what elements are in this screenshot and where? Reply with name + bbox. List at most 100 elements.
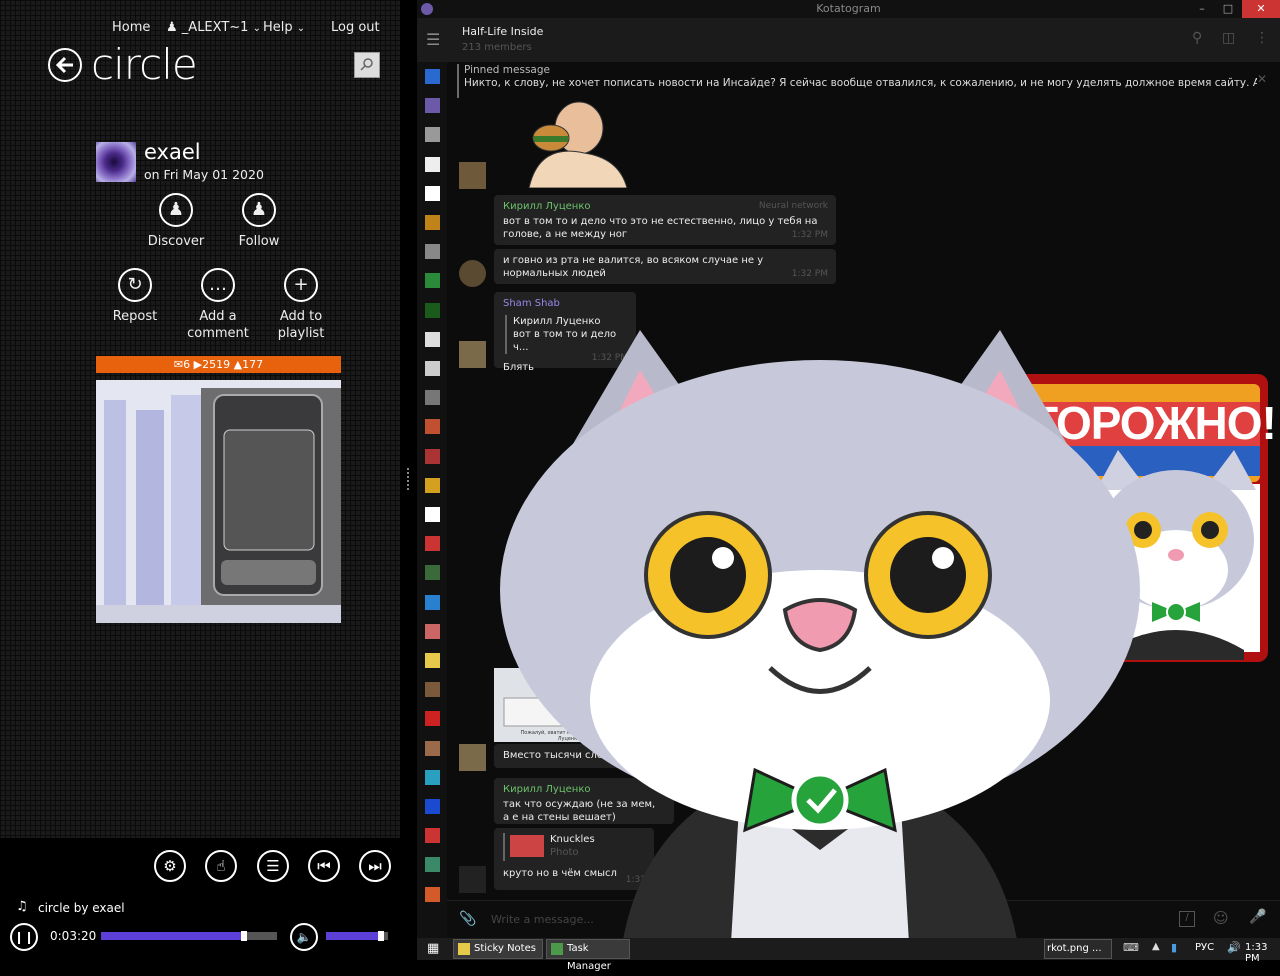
chat-list-avatar[interactable]: [425, 653, 440, 668]
message-bubble[interactable]: Вместо тысячи слов 1:33 PM: [494, 744, 654, 768]
maximize-button[interactable]: □: [1217, 0, 1239, 18]
chat-list-avatar[interactable]: [425, 594, 440, 610]
pause-button[interactable]: ❙❙: [10, 923, 38, 951]
pinned-label: Pinned message: [464, 64, 550, 76]
chat-list-avatar[interactable]: [425, 127, 440, 143]
reply-quote[interactable]: Кирилл Луценко вот в том то и дело ч...: [505, 315, 627, 354]
search-button[interactable]: [354, 52, 380, 78]
taskbar-clock[interactable]: 1:33 PM: [1245, 942, 1280, 964]
chat-list-avatar[interactable]: [425, 507, 440, 522]
post-date: on Fri May 01 2020: [144, 167, 264, 182]
next-button[interactable]: ⏭: [359, 850, 391, 882]
nav-home-link[interactable]: Home: [112, 20, 150, 35]
volume-button[interactable]: 🔈: [290, 923, 318, 951]
attach-icon[interactable]: 📎: [459, 911, 476, 927]
chat-list-avatar[interactable]: [425, 536, 440, 552]
avatar[interactable]: [459, 744, 486, 771]
avatar[interactable]: [459, 162, 486, 189]
back-button[interactable]: [48, 48, 82, 82]
keyboard-icon[interactable]: ⌨: [1123, 941, 1139, 954]
message-author[interactable]: Sham Shab: [503, 297, 627, 310]
progress-track[interactable]: [101, 931, 277, 941]
chat-list-avatar[interactable]: [425, 828, 440, 844]
pinned-message[interactable]: Pinned message Никто, к слову, не хочет …: [457, 64, 1257, 98]
sidebar-toggle-icon[interactable]: ◫: [1222, 30, 1235, 46]
chat-list-avatar[interactable]: [425, 711, 440, 727]
previous-button[interactable]: ⏮: [308, 850, 340, 882]
avatar[interactable]: [96, 142, 136, 182]
chat-list-avatar[interactable]: [425, 156, 440, 172]
message-bubble[interactable]: Knuckles Photo круто но в чём смысл 1:33: [494, 828, 654, 890]
chat-list-avatar[interactable]: [425, 886, 440, 902]
avatar[interactable]: [459, 866, 486, 893]
nav-user-menu[interactable]: ♟ _ALEXT~1 ⌄: [166, 20, 261, 35]
track-cover-image[interactable]: [96, 380, 341, 623]
chat-list-avatar[interactable]: [425, 799, 440, 814]
minimize-button[interactable]: –: [1191, 0, 1213, 18]
follow-button[interactable]: ♟ Follow: [209, 193, 309, 250]
chat-list-avatar[interactable]: [425, 98, 440, 114]
like-button[interactable]: ☝: [205, 850, 237, 882]
close-button[interactable]: ✕: [1242, 0, 1280, 18]
message-bubble[interactable]: Кирилл Луценко Neural network вот в том …: [494, 195, 836, 245]
chat-list-avatar[interactable]: [425, 302, 440, 318]
reply-author: Кирилл Луценко: [513, 316, 601, 327]
taskbar-image-file[interactable]: rkot.png ...: [1044, 939, 1112, 959]
message-input[interactable]: Write a message...: [491, 913, 594, 926]
menu-icon[interactable]: ☰: [426, 30, 440, 49]
volume-handle[interactable]: [377, 931, 384, 941]
post-username[interactable]: exael: [144, 140, 201, 164]
chat-list-avatar[interactable]: [425, 740, 440, 756]
chat-list-avatar[interactable]: [425, 419, 440, 435]
chat-list-avatar[interactable]: [425, 477, 440, 493]
message-bubble[interactable]: и говно из рта не валится, во всяком слу…: [494, 249, 836, 284]
chat-list-avatar[interactable]: [425, 623, 440, 639]
volume-slider[interactable]: [326, 931, 388, 941]
chat-list-avatar[interactable]: [425, 857, 440, 873]
nav-logout-link[interactable]: Log out: [331, 20, 380, 35]
message-bubble[interactable]: Кирилл Луценко так что осуждаю (не за ме…: [494, 778, 674, 824]
chat-list-avatar[interactable]: [425, 565, 440, 581]
commands-icon[interactable]: /: [1179, 911, 1195, 927]
chat-list-avatar[interactable]: [425, 185, 440, 201]
split-divider[interactable]: [400, 0, 417, 960]
chat-list-avatar[interactable]: [425, 69, 440, 84]
avatar[interactable]: [459, 341, 486, 368]
page-title: circle: [91, 40, 198, 89]
chat-list-avatar[interactable]: [425, 390, 440, 406]
chevron-up-icon[interactable]: ▲: [1152, 941, 1160, 952]
language-indicator[interactable]: РУС: [1195, 942, 1214, 953]
chat-list-avatar[interactable]: [425, 331, 440, 347]
close-pinned-icon[interactable]: ✕: [1257, 72, 1267, 86]
nav-help-menu[interactable]: Help ⌄: [263, 20, 305, 35]
photo-attachment[interactable]: Пожалуй, хватит на сегодня Кирилл Луценк…: [494, 668, 644, 742]
reply-quote[interactable]: Knuckles Photo: [503, 833, 645, 861]
reply-thumbnail: [510, 835, 544, 857]
progress-handle[interactable]: [240, 931, 247, 941]
playlist-button[interactable]: ☰: [257, 850, 289, 882]
add-to-playlist-button[interactable]: + Add to playlist: [251, 268, 351, 342]
chat-list-avatar[interactable]: [425, 361, 440, 376]
windows-start-icon[interactable]: ▦: [427, 941, 439, 956]
sticker-image[interactable]: [499, 98, 629, 188]
reply-text: вот в том то и дело ч...: [513, 329, 617, 353]
message-author[interactable]: Кирилл Луценко: [503, 783, 665, 796]
chat-list-avatar[interactable]: [425, 273, 440, 289]
message-bubble[interactable]: Sham Shab Кирилл Луценко вот в том то и …: [494, 292, 636, 373]
taskbar-sticky-notes[interactable]: Sticky Notes: [453, 939, 543, 959]
avatar[interactable]: [459, 260, 486, 287]
chat-list-avatar[interactable]: [425, 244, 440, 260]
chat-name[interactable]: Half-Life Inside: [462, 25, 543, 38]
chat-list-avatar[interactable]: [425, 769, 440, 785]
volume-tray-icon[interactable]: 🔊: [1227, 941, 1241, 954]
chat-list-avatar[interactable]: [425, 682, 440, 698]
emoji-icon[interactable]: ☺: [1213, 909, 1229, 927]
search-icon[interactable]: ⚲: [1192, 30, 1202, 46]
settings-button[interactable]: ⚙: [154, 850, 186, 882]
battery-icon[interactable]: ▮: [1171, 941, 1177, 954]
chat-list-avatar[interactable]: [425, 215, 440, 230]
more-options-icon[interactable]: ⋮: [1255, 30, 1269, 46]
chat-list-avatar[interactable]: [425, 448, 440, 464]
taskbar-task-manager[interactable]: Task Manager: [546, 939, 630, 972]
microphone-icon[interactable]: 🎤: [1249, 909, 1266, 925]
